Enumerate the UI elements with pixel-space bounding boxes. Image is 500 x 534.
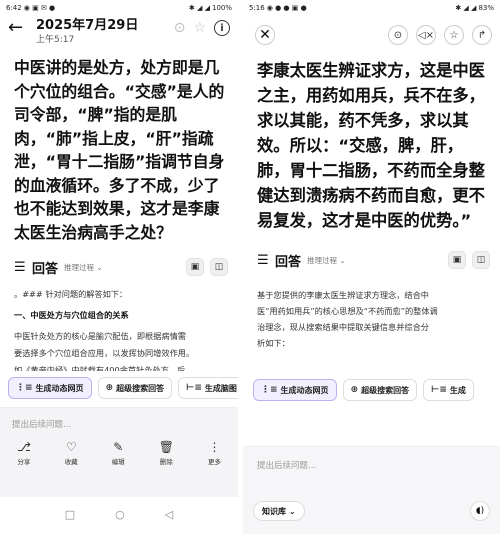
- followup-input[interactable]: 提出后续问题...: [0, 408, 238, 430]
- suggestion-chips: ⋮≡ 生成动态网页 ⊕ 超级搜索回答 ⊢≡ 生成: [243, 379, 500, 401]
- heart-icon: ♡: [65, 440, 77, 454]
- header-date: 2025年7月29日: [36, 18, 139, 33]
- recent-apps-icon[interactable]: □: [65, 508, 75, 521]
- status-time: 5:16: [249, 4, 265, 12]
- mindmap-icon: ⊢≡: [186, 383, 202, 393]
- answer-body: 。### 针对问题的解答如下： 一、中医处方与穴位组合的关系 中医针灸处方的核心…: [0, 286, 238, 371]
- pin-icon[interactable]: ⊙: [174, 20, 186, 36]
- answer-line: 。### 针对问题的解答如下：: [14, 289, 128, 299]
- delete-button[interactable]: 🗑 删除: [159, 440, 174, 466]
- edit-button[interactable]: ✎ 编辑: [112, 440, 125, 466]
- share-icon: ⎇: [16, 440, 31, 454]
- answer-label: 回答: [275, 254, 302, 270]
- viewer-header: ✕ ⊙ ◁× ☆ ↱: [243, 16, 500, 50]
- back-nav-icon[interactable]: ◁: [165, 508, 173, 521]
- star-icon[interactable]: ☆: [193, 20, 206, 36]
- chip-super-search[interactable]: ⊕ 超级搜索回答: [97, 377, 173, 399]
- answer-line: 要选择多个穴位组合应用，以发挥协同增效作用。: [14, 348, 195, 358]
- voice-icon[interactable]: ◖): [470, 501, 490, 521]
- answer-lines-icon: ☰: [14, 259, 26, 275]
- notification-icons: ◉ ● ● ▣ ●: [266, 4, 307, 12]
- status-bar: 5:16 ◉ ● ● ▣ ● ✱ ◢ ◢ 83%: [243, 0, 500, 16]
- speaker-icon[interactable]: ◫: [210, 258, 228, 276]
- chevron-down-icon: ⌄: [289, 506, 296, 516]
- notification-icons: ◉ ▣ ✉ ●: [23, 4, 56, 12]
- knowledge-base-selector[interactable]: 知识库 ⌄: [253, 501, 305, 521]
- answer-lines-icon: ☰: [257, 252, 269, 268]
- battery-level: 83%: [478, 4, 494, 12]
- battery-level: 100%: [211, 4, 232, 12]
- location-icon[interactable]: ⊙: [388, 25, 408, 45]
- pen-icon: ✎: [113, 440, 124, 454]
- user-question: 中医讲的是处方，处方即是几个穴位的组合。“交感”是人的司令部，“脾”指的是肌肉，…: [14, 58, 225, 242]
- more-button[interactable]: ⋮ 更多: [208, 440, 221, 466]
- answer-header: ☰ 回答 推理过程 ⌄ ▣ ◫: [0, 254, 238, 280]
- input-area: 提出后续问题... ⎇ 分享 ♡ 收藏 ✎ 编辑 🗑 删除 ⋮ 更多: [0, 407, 238, 497]
- header-icons: ⊙ ◁× ☆ ↱: [388, 25, 492, 45]
- image-icon[interactable]: ▣: [186, 258, 204, 276]
- user-question: 李康太医生辨证求方，这是中医之主，用药如用兵，兵不在多，求以其能，药不凭多，求以…: [257, 61, 485, 230]
- answer-header: ☰ 回答 推理过程 ⌄ ▣ ◫: [243, 247, 500, 273]
- answer-line: 一、中医处方与穴位组合的关系: [14, 310, 129, 320]
- home-icon[interactable]: ○: [115, 508, 125, 521]
- answer-body: 基于您提供的李康太医生辨证求方理念，结合中 医“用药如用兵”的核心思想及“不药而…: [243, 287, 500, 351]
- status-time: 6:42: [6, 4, 22, 12]
- mute-icon[interactable]: ◁×: [416, 25, 436, 45]
- list-icon: ⋮≡: [261, 385, 278, 395]
- chip-dynamic-webpage[interactable]: ⋮≡ 生成动态网页: [253, 379, 337, 401]
- chip-mindmap[interactable]: ⊢≡ 生成脑图: [178, 377, 238, 399]
- trash-icon: 🗑: [158, 440, 174, 454]
- chip-generate[interactable]: ⊢≡ 生成: [423, 379, 474, 401]
- followup-input[interactable]: 提出后续问题...: [243, 447, 500, 471]
- status-bar: 6:42 ◉ ▣ ✉ ● ✱ ◢ ◢ 100%: [0, 0, 238, 16]
- answer-actions: ▣ ◫: [186, 258, 228, 276]
- right-phone-screen: 5:16 ◉ ● ● ▣ ● ✱ ◢ ◢ 83% ✕ ⊙ ◁× ☆ ↱ 李康太医…: [243, 0, 500, 534]
- chip-dynamic-webpage[interactable]: ⋮≡ 生成动态网页: [8, 377, 92, 399]
- close-icon[interactable]: ✕: [255, 25, 275, 45]
- signal-icons: ✱ ◢ ◢: [188, 4, 210, 12]
- favorite-button[interactable]: ♡ 收藏: [65, 440, 78, 466]
- image-icon[interactable]: ▣: [448, 251, 466, 269]
- info-icon[interactable]: i: [214, 20, 230, 36]
- share-button[interactable]: ⎇ 分享: [17, 440, 31, 466]
- answer-actions: ▣ ◫: [448, 251, 490, 269]
- reasoning-toggle[interactable]: 推理过程 ⌄: [64, 262, 103, 273]
- header-time: 上午5:17: [36, 35, 75, 45]
- answer-line: 如《黄帝内经》中就载有400余首针灸处方，后: [14, 365, 186, 371]
- share-icon[interactable]: ↱: [472, 25, 492, 45]
- back-arrow-icon[interactable]: ←: [8, 18, 28, 38]
- answer-line: 中医针灸处方的核心是腧穴配伍，即根据病情需: [14, 331, 186, 341]
- answer-line: 治理念，现从搜索结果中提取关键信息并综合分: [257, 322, 429, 332]
- chip-super-search[interactable]: ⊕ 超级搜索回答: [342, 379, 418, 401]
- suggestion-chips: ⋮≡ 生成动态网页 ⊕ 超级搜索回答 ⊢≡ 生成脑图: [0, 377, 238, 399]
- screenshot: 6:42 ◉ ▣ ✉ ● ✱ ◢ ◢ 100% ← 2025年7月29日 上午5…: [0, 0, 500, 534]
- system-navbar: □ ○ ◁: [0, 508, 238, 521]
- search-icon: ⊕: [350, 385, 359, 395]
- answer-line: 基于您提供的李康太医生辨证求方理念，结合中: [257, 290, 429, 300]
- bottom-toolbar: ⎇ 分享 ♡ 收藏 ✎ 编辑 🗑 删除 ⋮ 更多: [0, 430, 238, 466]
- header-icons: ⊙ ☆ i: [174, 18, 230, 36]
- answer-line: 医“用药如用兵”的核心思想及“不药而愈”的整体调: [257, 306, 438, 316]
- signal-icons: ✱ ◢ ◢: [455, 4, 477, 12]
- star-icon[interactable]: ☆: [444, 25, 464, 45]
- list-icon: ⋮≡: [16, 383, 33, 393]
- mindmap-icon: ⊢≡: [431, 385, 447, 395]
- header-titles: 2025年7月29日 上午5:17: [36, 18, 138, 46]
- speaker-icon[interactable]: ◫: [472, 251, 490, 269]
- input-area: 提出后续问题... 知识库 ⌄ ◖): [243, 446, 500, 534]
- answer-line: 析如下：: [257, 338, 290, 348]
- answer-label: 回答: [32, 261, 59, 277]
- search-icon: ⊕: [105, 383, 114, 393]
- left-phone-screen: 6:42 ◉ ▣ ✉ ● ✱ ◢ ◢ 100% ← 2025年7月29日 上午5…: [0, 0, 238, 534]
- chat-header: ← 2025年7月29日 上午5:17 ⊙ ☆ i: [0, 16, 238, 52]
- reasoning-toggle[interactable]: 推理过程 ⌄: [307, 255, 346, 266]
- more-icon: ⋮: [208, 440, 221, 454]
